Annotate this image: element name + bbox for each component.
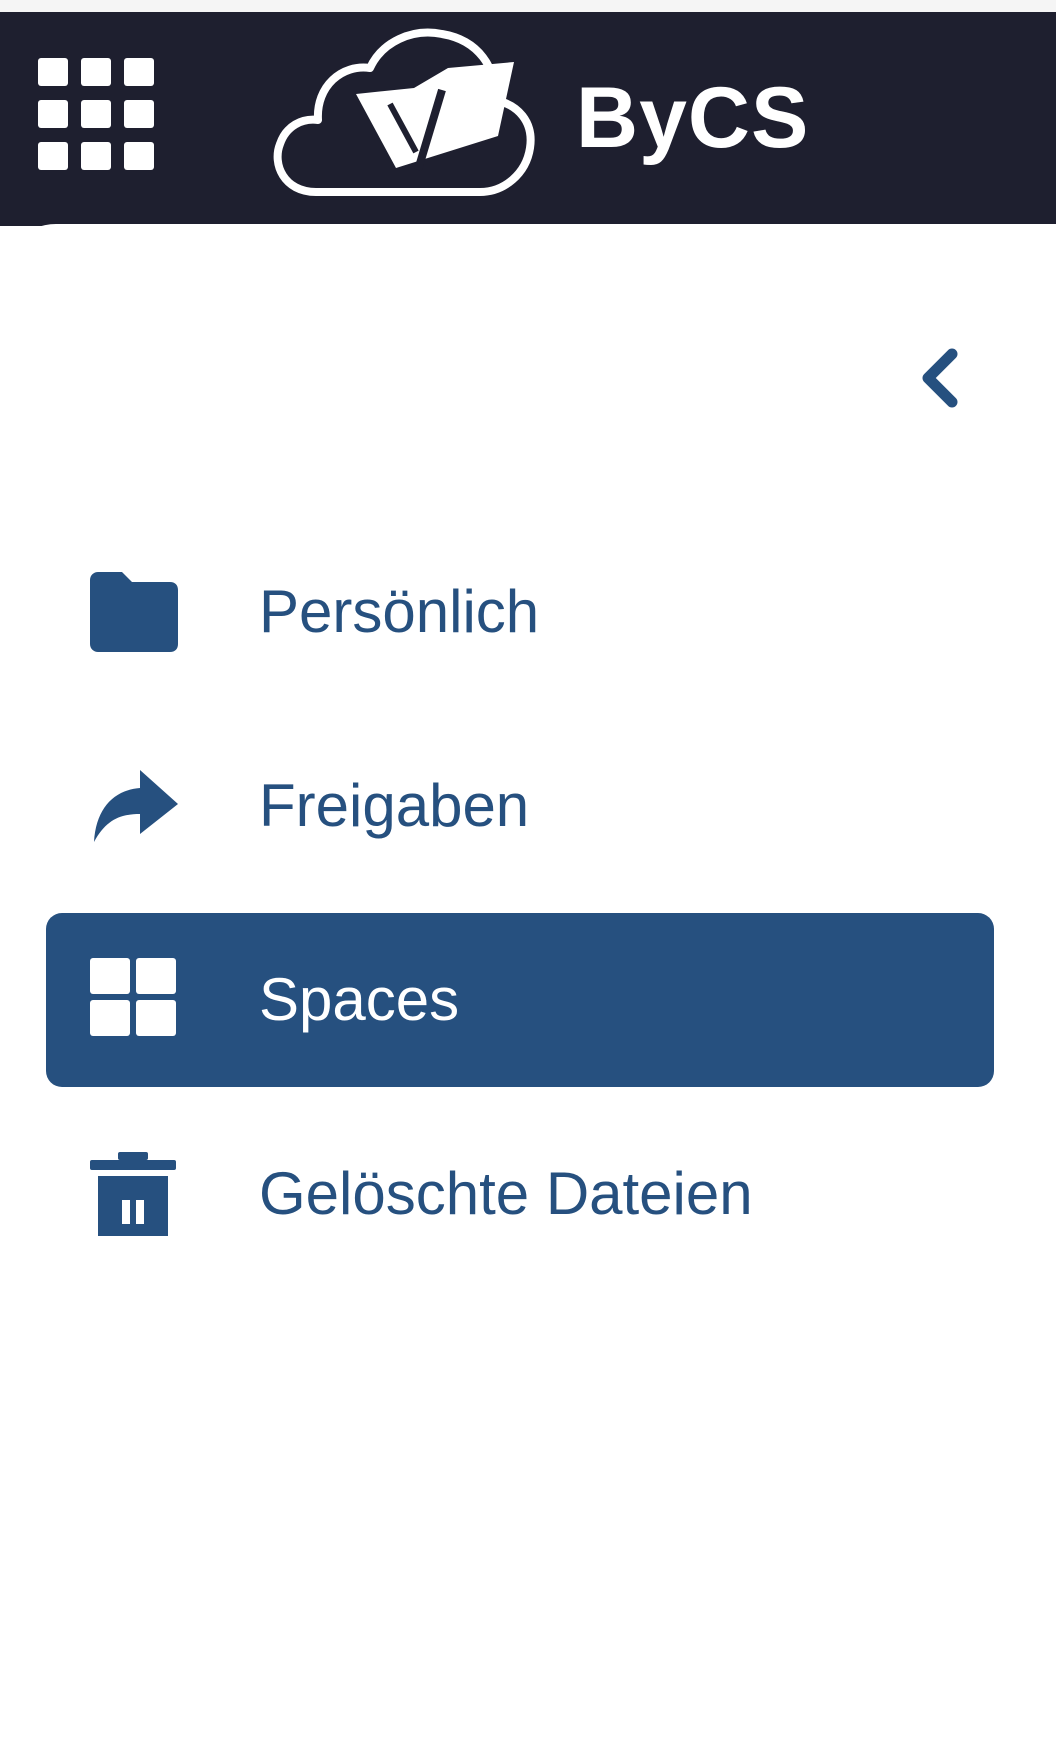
sidebar-item-label: Persönlich <box>259 578 540 645</box>
sidebar-item-geloeschte-dateien[interactable]: Gelöschte Dateien <box>46 1107 994 1281</box>
sidebar-item-persoenlich[interactable]: Persönlich <box>46 525 994 699</box>
top-strip <box>0 0 1056 12</box>
sidebar-item-spaces[interactable]: Spaces <box>46 913 994 1087</box>
collapse-sidebar-button[interactable] <box>900 340 976 416</box>
logo-text: ByCS <box>576 70 810 166</box>
grid-icon <box>38 58 154 170</box>
app-switcher-button[interactable] <box>38 58 162 176</box>
spaces-grid-icon <box>90 958 176 1036</box>
bycs-logo[interactable]: ByCS <box>266 24 826 204</box>
share-icon <box>94 770 178 842</box>
folder-icon <box>90 572 178 652</box>
trash-icon <box>90 1152 176 1236</box>
cloud-folder-logo <box>273 28 535 196</box>
sidebar-item-label: Gelöschte Dateien <box>259 1160 753 1227</box>
chevron-left-icon <box>922 348 958 408</box>
sidebar-item-freigaben[interactable]: Freigaben <box>46 719 994 893</box>
sidebar-item-label: Spaces <box>259 966 460 1033</box>
top-bar: ByCS <box>0 12 1056 226</box>
sidebar-item-label: Freigaben <box>259 772 530 839</box>
